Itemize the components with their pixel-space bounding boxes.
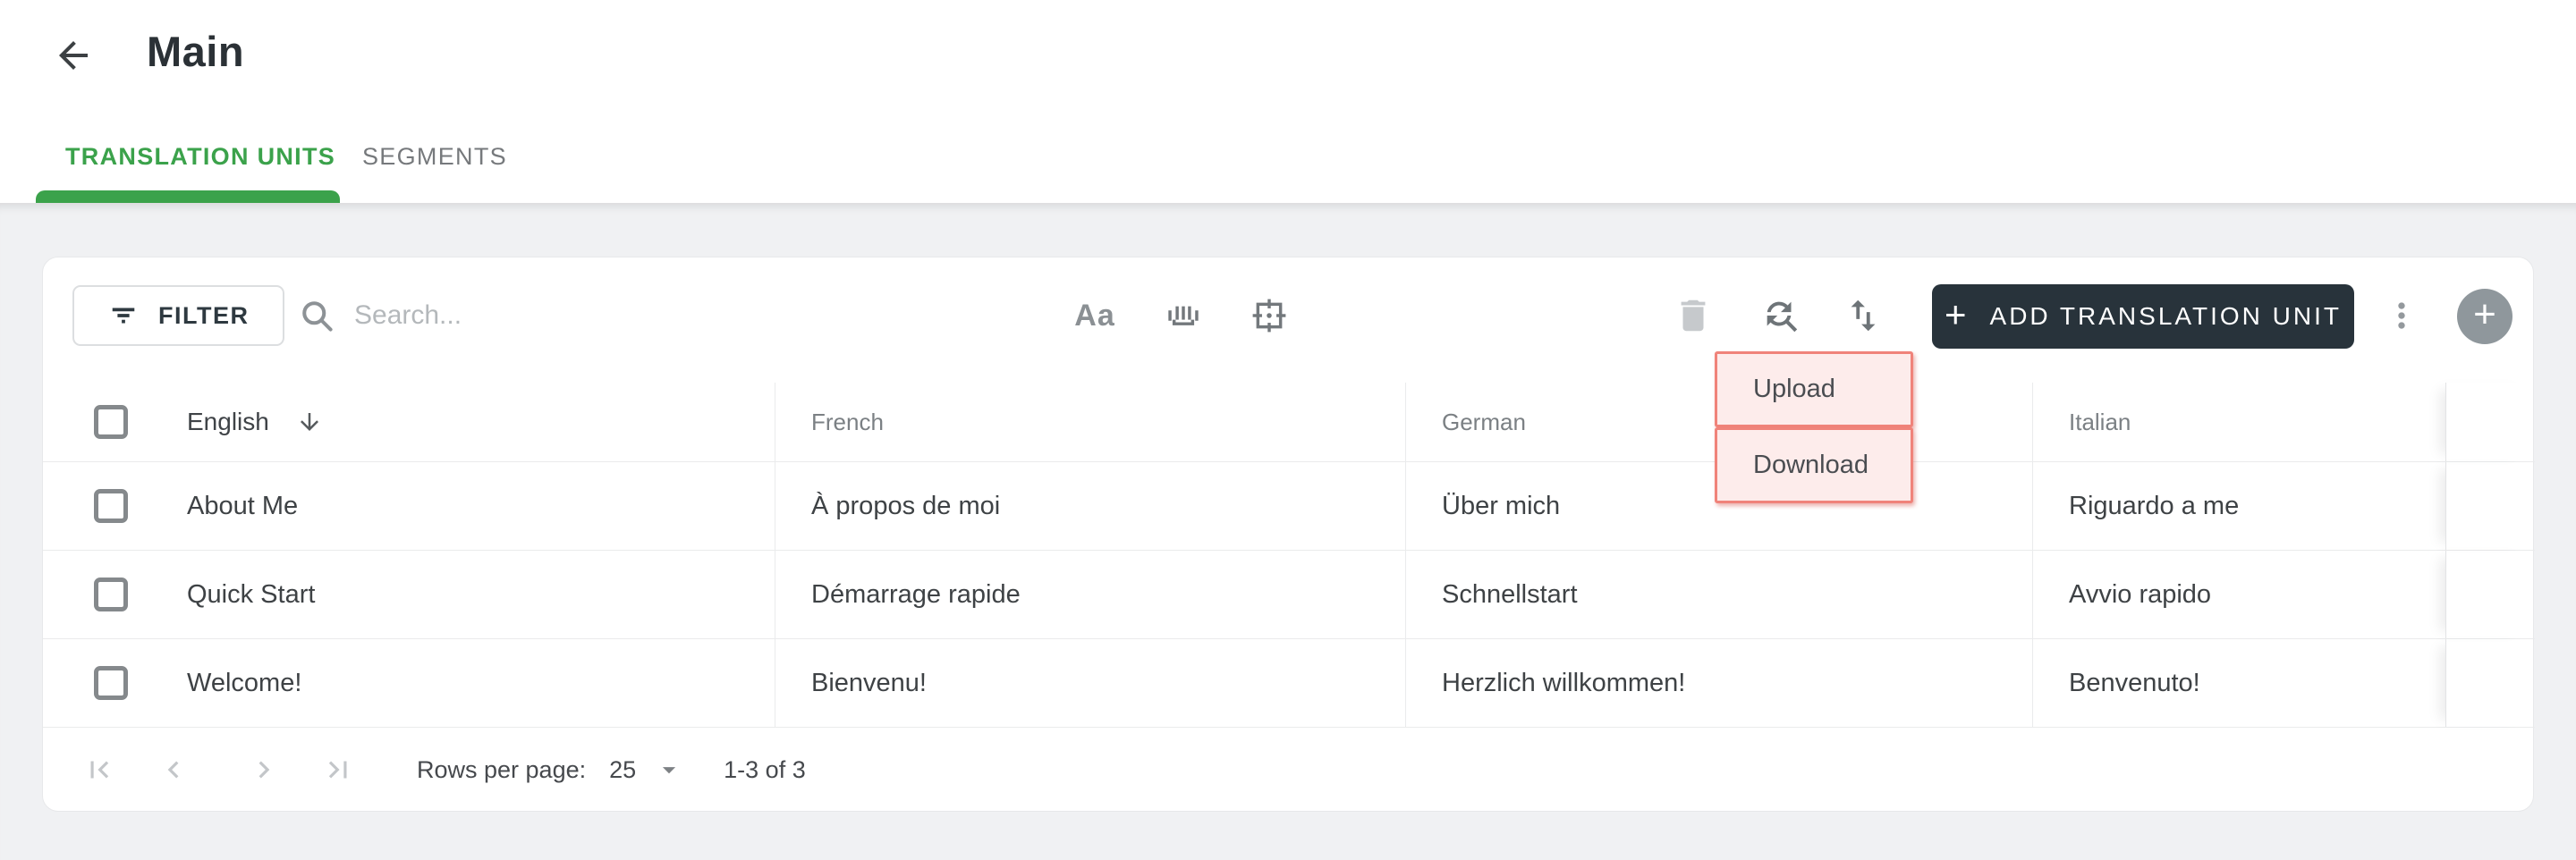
- find-replace-button[interactable]: [1759, 294, 1802, 337]
- trash-icon: [1673, 295, 1714, 336]
- match-case-icon: Aa: [1074, 298, 1115, 333]
- table-header-row: English French German Italian: [43, 383, 2535, 461]
- cell-french: Démarrage rapide: [775, 551, 1405, 638]
- table-toolbar: FILTER Aa: [43, 257, 2533, 383]
- import-export-button[interactable]: [1842, 294, 1885, 337]
- cell-text: Welcome!: [187, 668, 302, 697]
- add-translation-unit-label: ADD TRANSLATION UNIT: [1989, 302, 2342, 330]
- select-all-checkbox[interactable]: [94, 405, 128, 439]
- menu-item-download[interactable]: Download: [1715, 427, 1913, 503]
- translation-units-table: English French German Italian About Me À…: [43, 383, 2535, 812]
- cell-text: About Me: [187, 491, 299, 520]
- add-circle-plus-icon: +: [2473, 292, 2496, 336]
- cell-text: Quick Start: [187, 579, 316, 609]
- filter-button[interactable]: FILTER: [72, 285, 285, 346]
- filter-button-label: FILTER: [158, 301, 250, 329]
- cell-italian: Riguardo a me: [2032, 462, 2445, 550]
- delete-button[interactable]: [1672, 294, 1715, 337]
- row-checkbox[interactable]: [94, 666, 128, 700]
- rows-per-page-dropdown-icon[interactable]: [654, 755, 684, 785]
- match-case-button[interactable]: Aa: [1073, 294, 1116, 337]
- rows-per-page-label: Rows per page:: [417, 755, 587, 783]
- previous-page-button[interactable]: [156, 752, 191, 788]
- cell-german: Herzlich willkommen!: [1405, 639, 2032, 727]
- cell-french: Bienvenu!: [775, 639, 1405, 727]
- table-row[interactable]: Quick Start Démarrage rapide Schnellstar…: [43, 550, 2535, 638]
- add-translation-unit-button[interactable]: + ADD TRANSLATION UNIT: [1932, 284, 2354, 349]
- tab-translation-units[interactable]: TRANSLATION UNITS: [65, 143, 335, 171]
- row-checkbox[interactable]: [94, 578, 128, 611]
- cell-english: Quick Start: [43, 551, 775, 638]
- plus-icon: +: [1945, 293, 1967, 335]
- rows-per-page-value[interactable]: 25: [609, 756, 636, 784]
- last-page-button[interactable]: [320, 752, 356, 788]
- pinned-header-cell: [2445, 383, 2533, 461]
- cell-italian: Avvio rapido: [2032, 551, 2445, 638]
- cell-english: Welcome!: [43, 639, 775, 727]
- search-icon: [297, 296, 336, 335]
- cell-french: À propos de moi: [775, 462, 1405, 550]
- focus-frame-icon: [1249, 295, 1290, 336]
- pinned-cell: [2445, 462, 2533, 550]
- first-page-button[interactable]: [81, 752, 117, 788]
- pinned-cell: [2445, 639, 2533, 727]
- barcode-icon: [1163, 295, 1204, 336]
- cell-italian: Benvenuto!: [2032, 639, 2445, 727]
- filter-icon: [108, 300, 139, 331]
- active-tab-indicator: [36, 190, 340, 203]
- search-input[interactable]: [352, 299, 907, 332]
- barcode-button[interactable]: [1162, 294, 1205, 337]
- header-cell-english: English: [43, 383, 775, 461]
- more-vert-icon: [2382, 296, 2421, 335]
- search-box: [297, 284, 907, 347]
- column-header-french[interactable]: French: [775, 383, 1405, 461]
- more-options-button[interactable]: [2380, 294, 2423, 337]
- import-export-menu: Upload Download: [1715, 351, 1913, 503]
- table-row[interactable]: About Me À propos de moi Über mich Rigua…: [43, 461, 2535, 550]
- table-footer: Rows per page: 25 1-3 of 3: [43, 727, 2535, 812]
- column-header-english[interactable]: English: [187, 408, 269, 436]
- cell-english: About Me: [43, 462, 775, 550]
- page-title: Main: [147, 28, 245, 75]
- row-checkbox[interactable]: [94, 489, 128, 523]
- import-export-icon: [1843, 295, 1884, 336]
- find-replace-icon: [1760, 295, 1801, 336]
- table-row[interactable]: Welcome! Bienvenu! Herzlich willkommen! …: [43, 638, 2535, 727]
- back-button[interactable]: [50, 34, 97, 80]
- tab-segments[interactable]: SEGMENTS: [362, 143, 507, 171]
- arrow-left-icon: [52, 34, 95, 81]
- focus-frame-button[interactable]: [1248, 294, 1291, 337]
- top-header: Main TRANSLATION UNITS SEGMENTS: [0, 0, 2576, 203]
- menu-item-upload[interactable]: Upload: [1715, 351, 1913, 427]
- translation-units-card: FILTER Aa: [42, 257, 2535, 812]
- cell-german: Schnellstart: [1405, 551, 2032, 638]
- pagination-range: 1-3 of 3: [724, 755, 806, 783]
- add-circle-button[interactable]: +: [2457, 289, 2512, 344]
- sort-descending-icon[interactable]: [296, 409, 323, 435]
- next-page-button[interactable]: [246, 752, 282, 788]
- pinned-cell: [2445, 551, 2533, 638]
- column-header-italian[interactable]: Italian: [2032, 383, 2445, 461]
